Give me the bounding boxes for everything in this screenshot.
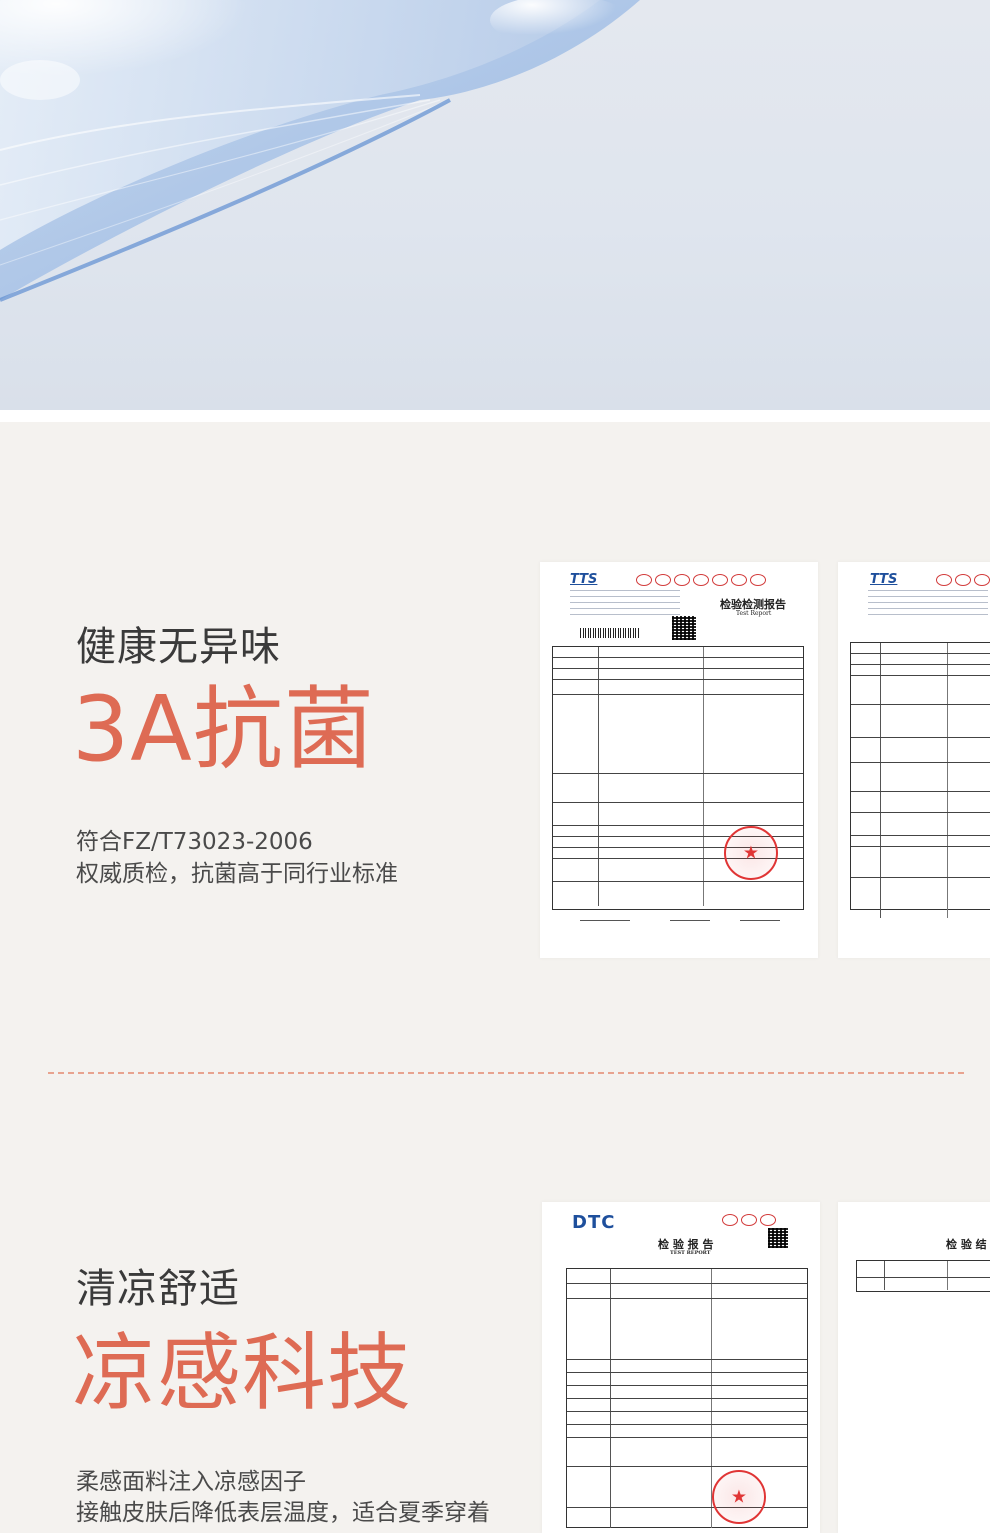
signature-line — [670, 920, 710, 922]
qr-code — [768, 1228, 788, 1248]
dtc-logo: DTC — [572, 1212, 616, 1233]
report-title-en: TEST REPORT — [670, 1250, 711, 1256]
tts-logo: TTS — [570, 572, 598, 587]
signature-line — [740, 920, 780, 922]
cooling-desc-line2: 接触皮肤后降低表层温度，适合夏季穿着 — [76, 1500, 490, 1526]
report-table — [566, 1268, 808, 1528]
certification-marks — [936, 574, 990, 586]
cooling-desc-line1: 柔感面料注入凉感因子 — [76, 1469, 306, 1495]
official-seal: ★ — [724, 826, 778, 880]
certification-marks — [722, 1214, 776, 1226]
cooling-headline: 凉感科技 — [72, 1324, 413, 1422]
report-table — [856, 1260, 990, 1292]
certification-marks — [636, 574, 766, 586]
tts-logo: TTS — [870, 572, 898, 587]
fabric-wave-illustration — [0, 0, 640, 302]
antibacterial-headline: 3A抗菌 — [72, 677, 375, 782]
antibacterial-desc-line1: 符合FZ/T73023-2006 — [76, 829, 313, 855]
antibacterial-desc-line2: 权威质检，抗菌高于同行业标准 — [76, 861, 398, 887]
seal-star-icon: ★ — [742, 842, 760, 864]
antibacterial-report-1: TTS 检验检测报告 Test Report ★ — [540, 562, 818, 958]
report-title-en: Test Report — [736, 610, 772, 617]
report-title: 检 验 结 — [946, 1238, 987, 1251]
seal-star-icon: ★ — [730, 1486, 748, 1508]
qr-code — [672, 616, 696, 640]
lab-name-text — [868, 590, 988, 620]
hero-image — [0, 0, 990, 410]
antibacterial-report-2: TTS — [838, 562, 990, 958]
antibacterial-kicker: 健康无异味 — [76, 624, 281, 670]
official-seal: ★ — [712, 1470, 766, 1524]
cooling-report-1: DTC 检 验 报 告 TEST REPORT ★ — [542, 1202, 820, 1533]
lab-name-text — [570, 590, 680, 620]
signature-line — [580, 920, 630, 922]
cooling-report-2: 检 验 结 — [838, 1202, 990, 1533]
hero-divider — [0, 410, 990, 422]
report-table — [850, 642, 990, 918]
cooling-kicker: 清凉舒适 — [76, 1266, 240, 1312]
barcode — [580, 628, 640, 638]
section-divider — [48, 1072, 964, 1074]
